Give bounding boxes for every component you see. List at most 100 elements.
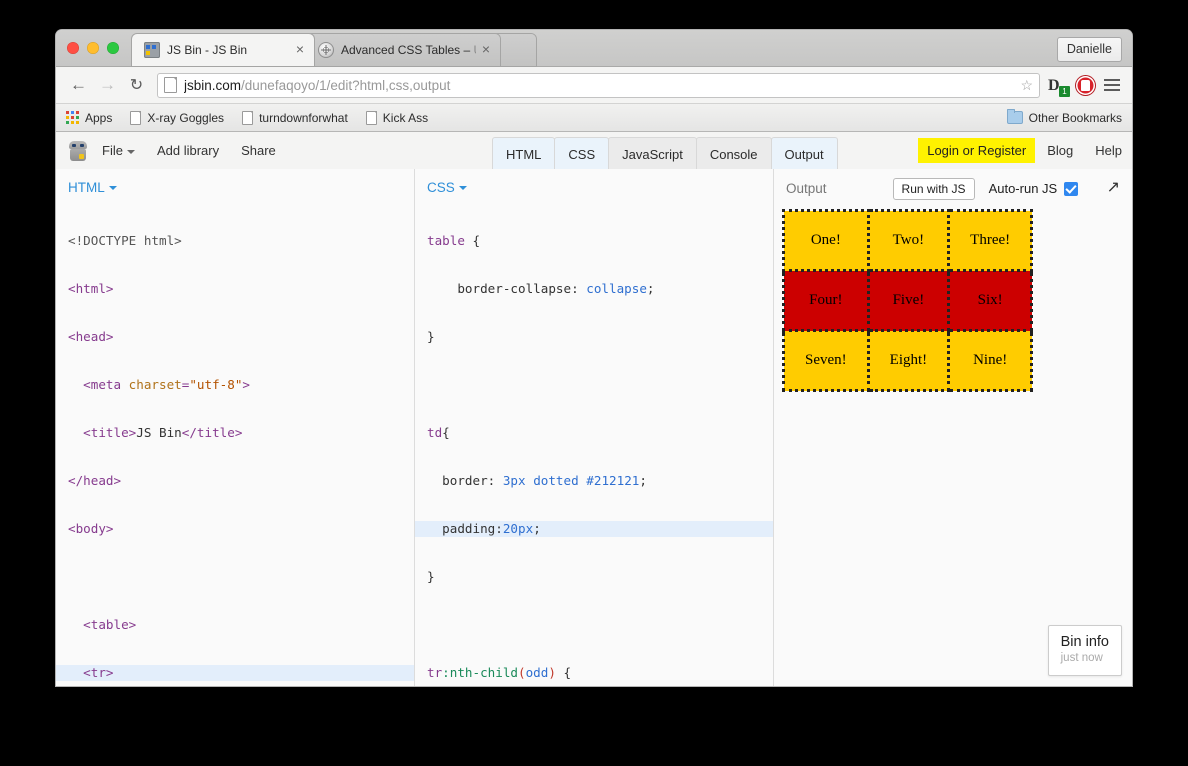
- code-line: border: 3px dotted #212121;: [442, 473, 647, 488]
- tab-javascript[interactable]: JavaScript: [608, 137, 697, 170]
- other-bookmarks-button[interactable]: Other Bookmarks: [1006, 109, 1122, 125]
- run-with-js-button[interactable]: Run with JS: [892, 177, 975, 200]
- folder-icon: [1006, 109, 1023, 124]
- tab-css[interactable]: CSS: [554, 137, 610, 170]
- table-cell: Six!: [947, 269, 1034, 332]
- profile-button[interactable]: Danielle: [1056, 37, 1122, 62]
- html-code[interactable]: <!DOCTYPE html> <html> <head> <meta char…: [56, 201, 414, 686]
- page-icon: [242, 110, 254, 125]
- login-or-register-button[interactable]: Login or Register: [918, 138, 1036, 163]
- menu-file[interactable]: File: [102, 143, 135, 158]
- code-line: <title>JS Bin</title>: [83, 425, 243, 440]
- reload-icon[interactable]: ↻: [122, 72, 151, 98]
- bookmark-turndownforwhat[interactable]: turndownforwhat: [242, 110, 348, 125]
- forward-icon[interactable]: →: [93, 72, 122, 98]
- url-path: /dunefaqoyo/1/edit?html,css,output: [241, 77, 451, 93]
- code-line: border-collapse: collapse;: [457, 281, 655, 296]
- bin-info-timestamp: just now: [1060, 652, 1103, 664]
- diigo-extension-icon[interactable]: D1: [1048, 76, 1070, 97]
- tab-title: Advanced CSS Tables – Us: [341, 43, 476, 57]
- html-editor-panel[interactable]: HTML <!DOCTYPE html> <html> <head> <meta…: [56, 169, 415, 686]
- chevron-down-icon: [108, 186, 117, 191]
- tab-console[interactable]: Console: [695, 137, 772, 170]
- tab-output[interactable]: Output: [770, 137, 838, 170]
- menu-add-library[interactable]: Add library: [157, 143, 219, 158]
- extension-icons: D1: [1048, 75, 1124, 97]
- back-icon[interactable]: ←: [64, 72, 93, 98]
- help-link[interactable]: Help: [1095, 143, 1122, 158]
- browser-toolbar: ← → ↻ jsbin.com/dunefaqoyo/1/edit?html,c…: [56, 67, 1132, 103]
- minimize-window-button[interactable]: [87, 42, 99, 54]
- tab-list: JS Bin - JS Bin × Advanced CSS Tables – …: [132, 34, 536, 66]
- code-line: <head>: [68, 329, 114, 344]
- table-cell: Four!: [782, 269, 870, 332]
- browser-tabstrip: JS Bin - JS Bin × Advanced CSS Tables – …: [56, 30, 1132, 67]
- bin-info-widget[interactable]: Bin info just now: [1047, 625, 1122, 676]
- close-window-button[interactable]: [67, 42, 79, 54]
- table-cell: Nine!: [947, 329, 1034, 392]
- css-editor-panel[interactable]: CSS table { border-collapse: collapse; }…: [415, 169, 774, 686]
- expand-output-icon[interactable]: ↗: [1107, 180, 1120, 196]
- url-host: jsbin.com: [184, 77, 242, 93]
- menu-share[interactable]: Share: [241, 143, 276, 158]
- table-cell: Eight!: [866, 329, 951, 392]
- adblock-extension-icon[interactable]: [1076, 75, 1095, 95]
- bookmark-xray-goggles[interactable]: X-ray Goggles: [130, 110, 224, 125]
- html-panel-label-text: HTML: [68, 180, 105, 195]
- maximize-window-button[interactable]: [107, 42, 119, 54]
- autorun-js-checkbox[interactable]: [1064, 181, 1079, 196]
- extension-letter: D: [1048, 76, 1060, 94]
- page-icon: [365, 110, 377, 125]
- code-line: <body>: [68, 521, 114, 536]
- code-line: }: [427, 569, 435, 584]
- output-panel-title: Output: [786, 181, 827, 196]
- code-line: td{: [427, 425, 450, 440]
- tab-title-truncated: Us: [474, 43, 476, 57]
- code-line: <meta charset="utf-8">: [83, 377, 251, 392]
- rendered-table: One! Two! Three! Four! Five! Six! Seven!…: [782, 209, 1034, 392]
- css-code[interactable]: table { border-collapse: collapse; } td{…: [415, 201, 773, 686]
- html-panel-label[interactable]: HTML: [56, 169, 414, 201]
- menu-file-label: File: [102, 143, 123, 158]
- apps-grid-icon: [66, 111, 79, 124]
- code-line: table {: [427, 233, 481, 248]
- table-cell: Five!: [866, 269, 951, 332]
- table-cell: One!: [782, 209, 870, 272]
- wikipedia-favicon: [318, 42, 334, 58]
- tab-html[interactable]: HTML: [492, 137, 556, 170]
- code-line: </head>: [68, 473, 122, 488]
- close-icon[interactable]: ×: [478, 42, 494, 58]
- bookmark-kick-ass[interactable]: Kick Ass: [365, 110, 429, 125]
- code-line: <!DOCTYPE html>: [68, 233, 182, 248]
- blog-link[interactable]: Blog: [1047, 143, 1073, 158]
- chevron-down-icon: [458, 186, 467, 191]
- bookmark-apps[interactable]: Apps: [66, 111, 112, 125]
- window-traffic-lights: [67, 42, 119, 54]
- editor-area: HTML <!DOCTYPE html> <html> <head> <meta…: [56, 169, 1132, 686]
- bookmark-label: Kick Ass: [382, 110, 429, 125]
- css-panel-label-text: CSS: [427, 180, 455, 195]
- jsbin-panel-tabs: HTML CSS JavaScript Console Output: [492, 137, 838, 170]
- code-line: }: [427, 329, 435, 344]
- bookmark-label: Apps: [85, 110, 113, 125]
- page-info-icon[interactable]: [164, 77, 177, 93]
- code-line-highlighted: padding:20px;: [415, 521, 773, 537]
- close-icon[interactable]: ×: [292, 42, 308, 58]
- bookmarks-bar: Apps X-ray Goggles turndownforwhat Kick …: [56, 103, 1132, 132]
- jsbin-navbar: File Add library Share HTML CSS JavaScri…: [56, 132, 1132, 170]
- browser-tab-advanced-css-tables[interactable]: Advanced CSS Tables – Us ×: [306, 34, 500, 66]
- jsbin-logo-icon[interactable]: [68, 140, 88, 162]
- browser-tab-jsbin[interactable]: JS Bin - JS Bin ×: [132, 34, 314, 66]
- table-row: One! Two! Three!: [782, 209, 1034, 272]
- code-line: <html>: [68, 281, 114, 296]
- table-cell: Three!: [947, 209, 1034, 272]
- chrome-menu-icon[interactable]: [1104, 79, 1120, 91]
- address-bar[interactable]: jsbin.com/dunefaqoyo/1/edit?html,css,out…: [157, 72, 1040, 98]
- page-icon: [130, 110, 142, 125]
- output-panel-header: Output Run with JS Auto-run JS ↗: [774, 169, 1132, 200]
- bookmark-star-icon[interactable]: ☆: [1020, 77, 1033, 94]
- css-panel-label[interactable]: CSS: [415, 169, 773, 201]
- table-cell: Seven!: [782, 329, 870, 392]
